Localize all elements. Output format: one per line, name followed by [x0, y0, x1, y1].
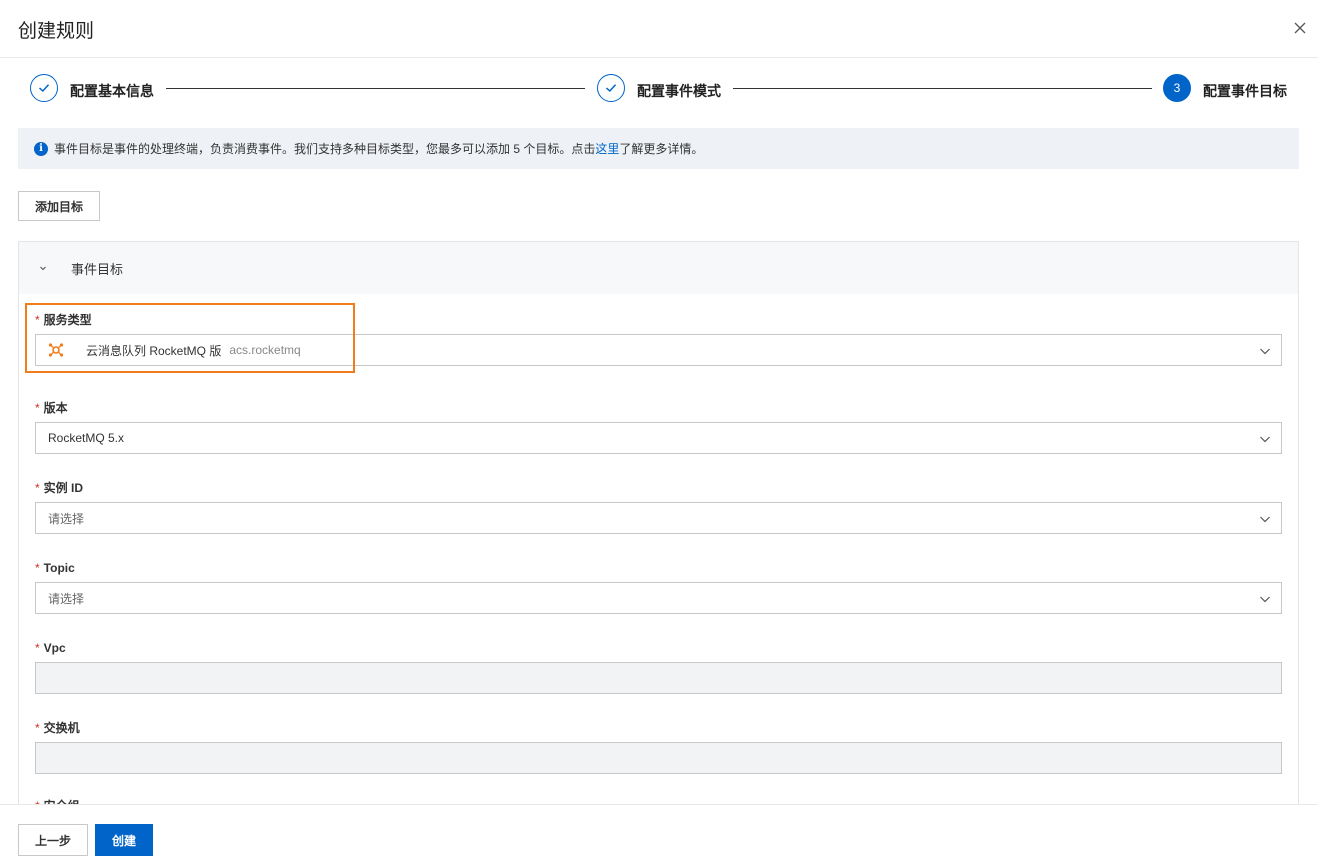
step-2-check-icon — [597, 74, 625, 102]
required-mark: * — [35, 401, 40, 415]
create-button[interactable]: 创建 — [95, 824, 153, 856]
step-1-check-icon — [30, 74, 58, 102]
service-type-value: 云消息队列 RocketMQ 版 — [86, 343, 222, 358]
chevron-down-icon — [1260, 596, 1270, 603]
info-icon: i — [34, 141, 48, 156]
step-3-label: 配置事件目标 — [1203, 83, 1287, 99]
instance-id-field: * 实例 ID 请选择 — [35, 480, 1282, 534]
instance-id-select[interactable]: 请选择 — [35, 502, 1282, 534]
version-label: 版本 — [43, 401, 68, 415]
service-type-label: 服务类型 — [43, 313, 92, 327]
dialog-footer: 上一步 创建 — [0, 804, 1318, 859]
service-type-field: * 服务类型 云消息队列 RocketMQ 版 acs.rocketmq — [35, 312, 1282, 366]
step-connector-1 — [166, 88, 585, 89]
info-text-after: 了解更多详情。 — [619, 142, 704, 156]
instance-id-placeholder: 请选择 — [48, 511, 85, 526]
service-type-code: acs.rocketmq — [229, 343, 301, 357]
dialog-title: 创建规则 — [18, 21, 95, 42]
chevron-down-icon — [1260, 348, 1270, 355]
step-2-label: 配置事件模式 — [637, 83, 721, 99]
required-mark: * — [35, 721, 40, 735]
topic-placeholder: 请选择 — [48, 591, 85, 606]
vswitch-label: 交换机 — [43, 721, 80, 735]
required-mark: * — [35, 481, 40, 495]
panel-title: 事件目标 — [71, 261, 124, 277]
topic-select[interactable]: 请选择 — [35, 582, 1282, 614]
chevron-down-icon[interactable] — [37, 262, 49, 274]
vswitch-input — [35, 742, 1282, 774]
info-banner: i 事件目标是事件的处理终端，负责消费事件。我们支持多种目标类型，您最多可以添加… — [18, 128, 1299, 169]
info-text: 事件目标是事件的处理终端，负责消费事件。我们支持多种目标类型，您最多可以添加 5… — [54, 142, 596, 156]
vpc-label: Vpc — [43, 641, 66, 655]
topic-label: Topic — [43, 561, 75, 575]
version-value: RocketMQ 5.x — [48, 431, 125, 445]
vswitch-field: * 交换机 — [35, 720, 1282, 774]
version-field: * 版本 RocketMQ 5.x — [35, 400, 1282, 454]
step-1-label: 配置基本信息 — [70, 83, 154, 99]
prev-step-button[interactable]: 上一步 — [18, 824, 88, 856]
close-icon[interactable] — [1290, 18, 1310, 38]
version-select[interactable]: RocketMQ 5.x — [35, 422, 1282, 454]
chevron-down-icon — [1260, 516, 1270, 523]
chevron-down-icon — [1260, 436, 1270, 443]
step-indicator: 配置基本信息 配置事件模式 3 配置事件目标 — [0, 70, 1318, 110]
topic-field: * Topic 请选择 — [35, 560, 1282, 614]
required-mark: * — [35, 641, 40, 655]
vpc-input — [35, 662, 1282, 694]
vpc-field: * Vpc — [35, 640, 1282, 694]
instance-id-label: 实例 ID — [43, 481, 84, 495]
add-target-button[interactable]: 添加目标 — [18, 191, 100, 221]
required-mark: * — [35, 313, 40, 327]
step-3-number: 3 — [1163, 74, 1191, 102]
step-connector-2 — [733, 88, 1152, 89]
info-link[interactable]: 这里 — [595, 140, 619, 157]
dialog-header: 创建规则 — [0, 0, 1318, 58]
event-target-panel: 事件目标 * 服务类型 云消息队列 RocketMQ 版 acs.rocketmq… — [18, 241, 1299, 859]
service-type-select[interactable]: 云消息队列 RocketMQ 版 acs.rocketmq — [35, 334, 1282, 366]
rocketmq-icon — [48, 343, 64, 357]
panel-header[interactable]: 事件目标 — [19, 242, 1298, 294]
required-mark: * — [35, 561, 40, 575]
